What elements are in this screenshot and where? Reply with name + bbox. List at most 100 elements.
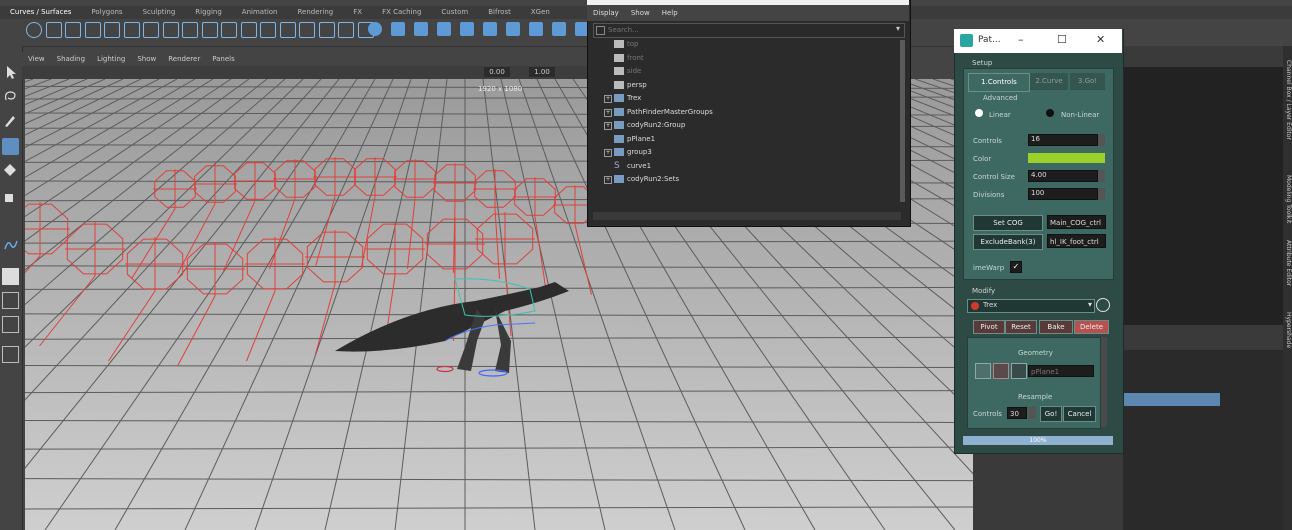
geometry-clear-icon[interactable] (993, 363, 1009, 379)
shelf-tab-polygons[interactable]: Polygons (81, 6, 132, 19)
reset-button[interactable]: Reset (1005, 320, 1037, 334)
outliner-menu-help[interactable]: Help (656, 5, 684, 21)
circle-icon[interactable] (26, 22, 42, 38)
outliner-item[interactable]: codyRun2:Group (627, 119, 685, 131)
outliner-item[interactable]: PathFinderMasterGroups (627, 106, 713, 118)
set-cog-button[interactable]: Set COG (973, 215, 1043, 231)
curve-icon[interactable] (162, 22, 179, 38)
shelf-tab-custom[interactable]: Custom (431, 6, 478, 19)
outliner-scrollbar[interactable] (900, 40, 905, 202)
sphere-icon[interactable] (368, 22, 382, 36)
viewport-field-b[interactable]: 1.00 (529, 67, 555, 77)
exclude-field[interactable]: hl_IK_foot_ctrl (1047, 234, 1106, 248)
cone-icon[interactable] (437, 22, 451, 36)
curve-icon[interactable] (65, 22, 81, 38)
scale-tool-icon[interactable] (5, 194, 13, 202)
curve-icon[interactable] (84, 22, 101, 38)
resample-field[interactable]: 30 (1007, 407, 1027, 419)
viewport-field-a[interactable]: 0.00 (484, 67, 510, 77)
cog-field[interactable]: Main_COG_ctrl (1047, 215, 1106, 229)
expand-icon[interactable]: + (604, 149, 612, 157)
nurbs-icon[interactable] (506, 22, 520, 36)
four-view-icon[interactable] (2, 292, 19, 309)
shelf-tab-sculpting[interactable]: Sculpting (133, 6, 186, 19)
single-view-icon[interactable] (2, 268, 19, 285)
curve-icon[interactable] (143, 22, 159, 38)
viewport-menu-panels[interactable]: Panels (206, 52, 241, 66)
torus-icon[interactable] (483, 22, 497, 36)
outliner-item[interactable]: group3 (627, 146, 652, 158)
tab-controls[interactable]: 1.Controls (968, 73, 1030, 92)
outliner-item[interactable]: front (627, 52, 644, 64)
refresh-icon[interactable] (1096, 298, 1110, 312)
curve-icon[interactable] (279, 22, 296, 38)
cube-icon[interactable] (391, 22, 405, 36)
cylinder-icon[interactable] (414, 22, 428, 36)
go-button[interactable]: Go! (1040, 406, 1062, 422)
geometry-select-icon[interactable] (1011, 363, 1027, 379)
shelf-tab-rendering[interactable]: Rendering (287, 6, 343, 19)
plane-icon[interactable] (460, 22, 474, 36)
vtab-attribute-editor[interactable]: Attribute Editor (1283, 240, 1292, 286)
square-icon[interactable] (45, 22, 62, 38)
outliner-search[interactable]: ▾ (593, 23, 905, 38)
paint-tool-icon[interactable] (2, 112, 19, 129)
pivot-button[interactable]: Pivot (973, 320, 1005, 334)
layer-highlight[interactable] (1123, 393, 1220, 406)
curve-icon[interactable] (123, 22, 140, 38)
tab-curve[interactable]: 2.Curve (1030, 73, 1068, 90)
bake-button[interactable]: Bake (1039, 320, 1073, 334)
move-tool-icon[interactable] (2, 138, 19, 155)
geometry-field[interactable]: pPlane1 (1028, 365, 1094, 377)
outliner-item[interactable]: curve1 (627, 160, 651, 172)
outliner-item[interactable]: persp (627, 79, 647, 91)
outliner-item[interactable]: side (627, 65, 641, 77)
curve-icon[interactable] (104, 22, 120, 38)
expand-icon[interactable]: + (604, 95, 612, 103)
expand-icon[interactable]: + (604, 176, 612, 184)
curve-icon[interactable] (201, 22, 218, 38)
modify-select[interactable]: Trex ▾ (967, 299, 1095, 313)
divisions-field[interactable]: 100 (1028, 188, 1098, 200)
viewport-menu-renderer[interactable]: Renderer (162, 52, 206, 66)
control-size-field[interactable]: 4.00 (1028, 170, 1098, 182)
shelf-tab-rigging[interactable]: Rigging (185, 6, 232, 19)
viewport-menu-shading[interactable]: Shading (51, 52, 91, 66)
expand-icon[interactable]: + (604, 122, 612, 130)
curve-icon[interactable] (260, 22, 276, 38)
curve-icon[interactable] (299, 22, 315, 38)
curve-icon[interactable] (318, 22, 335, 38)
outliner-item[interactable]: pPlane1 (627, 133, 655, 145)
timewarp-checkbox[interactable]: ✓ (1010, 261, 1022, 273)
tab-go[interactable]: 3.Go! (1070, 73, 1105, 90)
outliner-menu-display[interactable]: Display (587, 5, 625, 21)
outliner-item[interactable]: Trex (627, 92, 641, 104)
viewport-menu-show[interactable]: Show (131, 52, 162, 66)
modify-scrollbar[interactable] (1101, 337, 1107, 427)
shelf-tab-fx[interactable]: FX (343, 6, 372, 19)
curve-icon[interactable] (240, 22, 257, 38)
expand-icon[interactable]: + (604, 108, 612, 117)
curve-icon[interactable] (221, 22, 237, 38)
divisions-stepper[interactable] (1098, 188, 1105, 200)
maximize-icon[interactable]: ☐ (1057, 33, 1067, 46)
outliner-hscrollbar[interactable] (593, 212, 901, 220)
shelf-tab-xgen[interactable]: XGen (521, 6, 560, 19)
two-view-icon[interactable] (2, 316, 19, 333)
radio-nonlinear-icon[interactable] (1046, 109, 1054, 117)
select-tool-icon[interactable] (2, 64, 19, 81)
color-swatch[interactable] (1028, 153, 1105, 163)
control-size-stepper[interactable] (1098, 170, 1105, 182)
geometry-pick-icon[interactable] (975, 363, 991, 379)
delete-button[interactable]: Delete (1074, 320, 1109, 334)
radio-linear-icon[interactable] (975, 109, 983, 117)
minimize-icon[interactable]: – (1018, 33, 1024, 46)
outliner-item[interactable]: codyRun2:Sets (627, 173, 679, 185)
outliner-item[interactable]: top (627, 38, 638, 50)
vtab-modeling-toolkit[interactable]: Modeling Toolkit (1283, 175, 1292, 223)
shelf-tab-fx-caching[interactable]: FX Caching (372, 6, 431, 19)
viewport-menu-view[interactable]: View (22, 52, 51, 66)
curve-icon[interactable] (338, 22, 354, 38)
curve-icon[interactable] (182, 22, 198, 38)
viewport-menu-lighting[interactable]: Lighting (91, 52, 131, 66)
